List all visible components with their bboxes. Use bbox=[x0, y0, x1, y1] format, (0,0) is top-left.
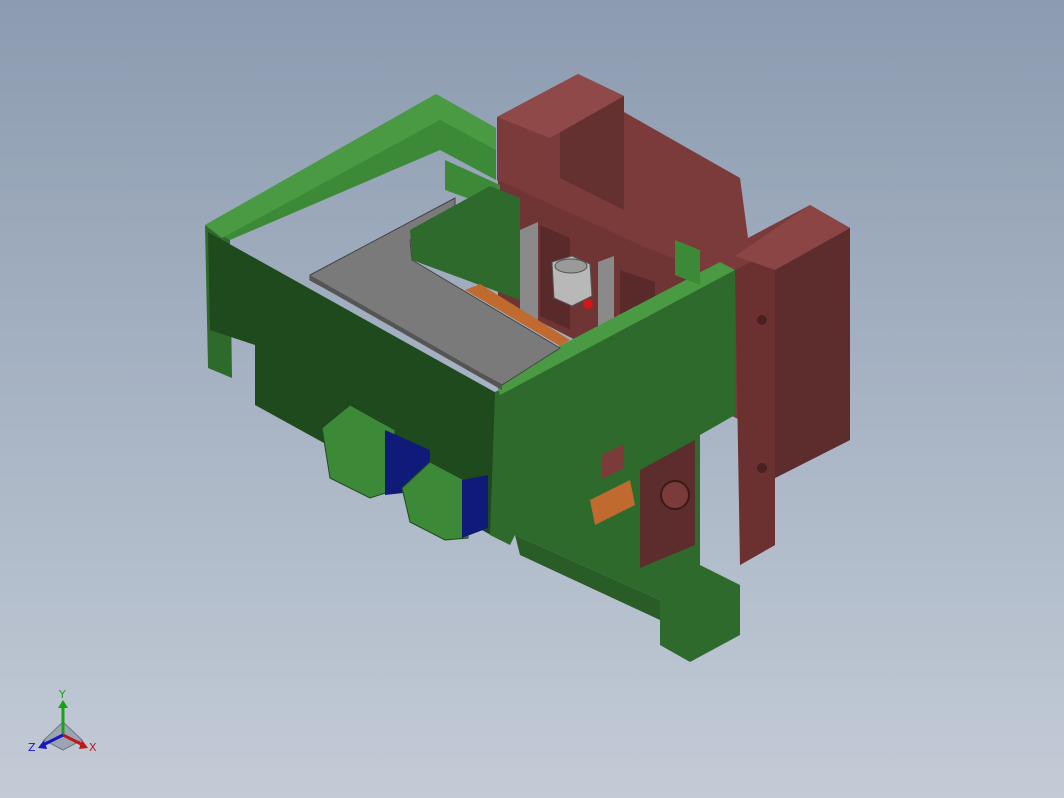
x-axis-label: X bbox=[89, 741, 97, 754]
spindle-top bbox=[554, 258, 588, 274]
linear-rail-left bbox=[520, 222, 538, 320]
z-axis-label: Z bbox=[28, 741, 36, 754]
y-arrow-icon bbox=[58, 700, 68, 708]
frame-window-bore bbox=[660, 480, 690, 510]
red-column-side-block bbox=[735, 250, 775, 565]
cad-viewport[interactable]: Y X Z bbox=[0, 0, 1064, 798]
bolt-hole bbox=[757, 315, 767, 325]
y-axis-label: Y bbox=[58, 688, 66, 701]
bolt-hole bbox=[757, 463, 767, 473]
motor-body-right bbox=[462, 475, 488, 538]
axis-triad: Y X Z bbox=[28, 688, 97, 754]
machine-assembly-view[interactable]: Y X Z bbox=[0, 0, 1064, 798]
spindle-marker bbox=[583, 299, 593, 309]
red-column-right-face bbox=[775, 228, 850, 478]
